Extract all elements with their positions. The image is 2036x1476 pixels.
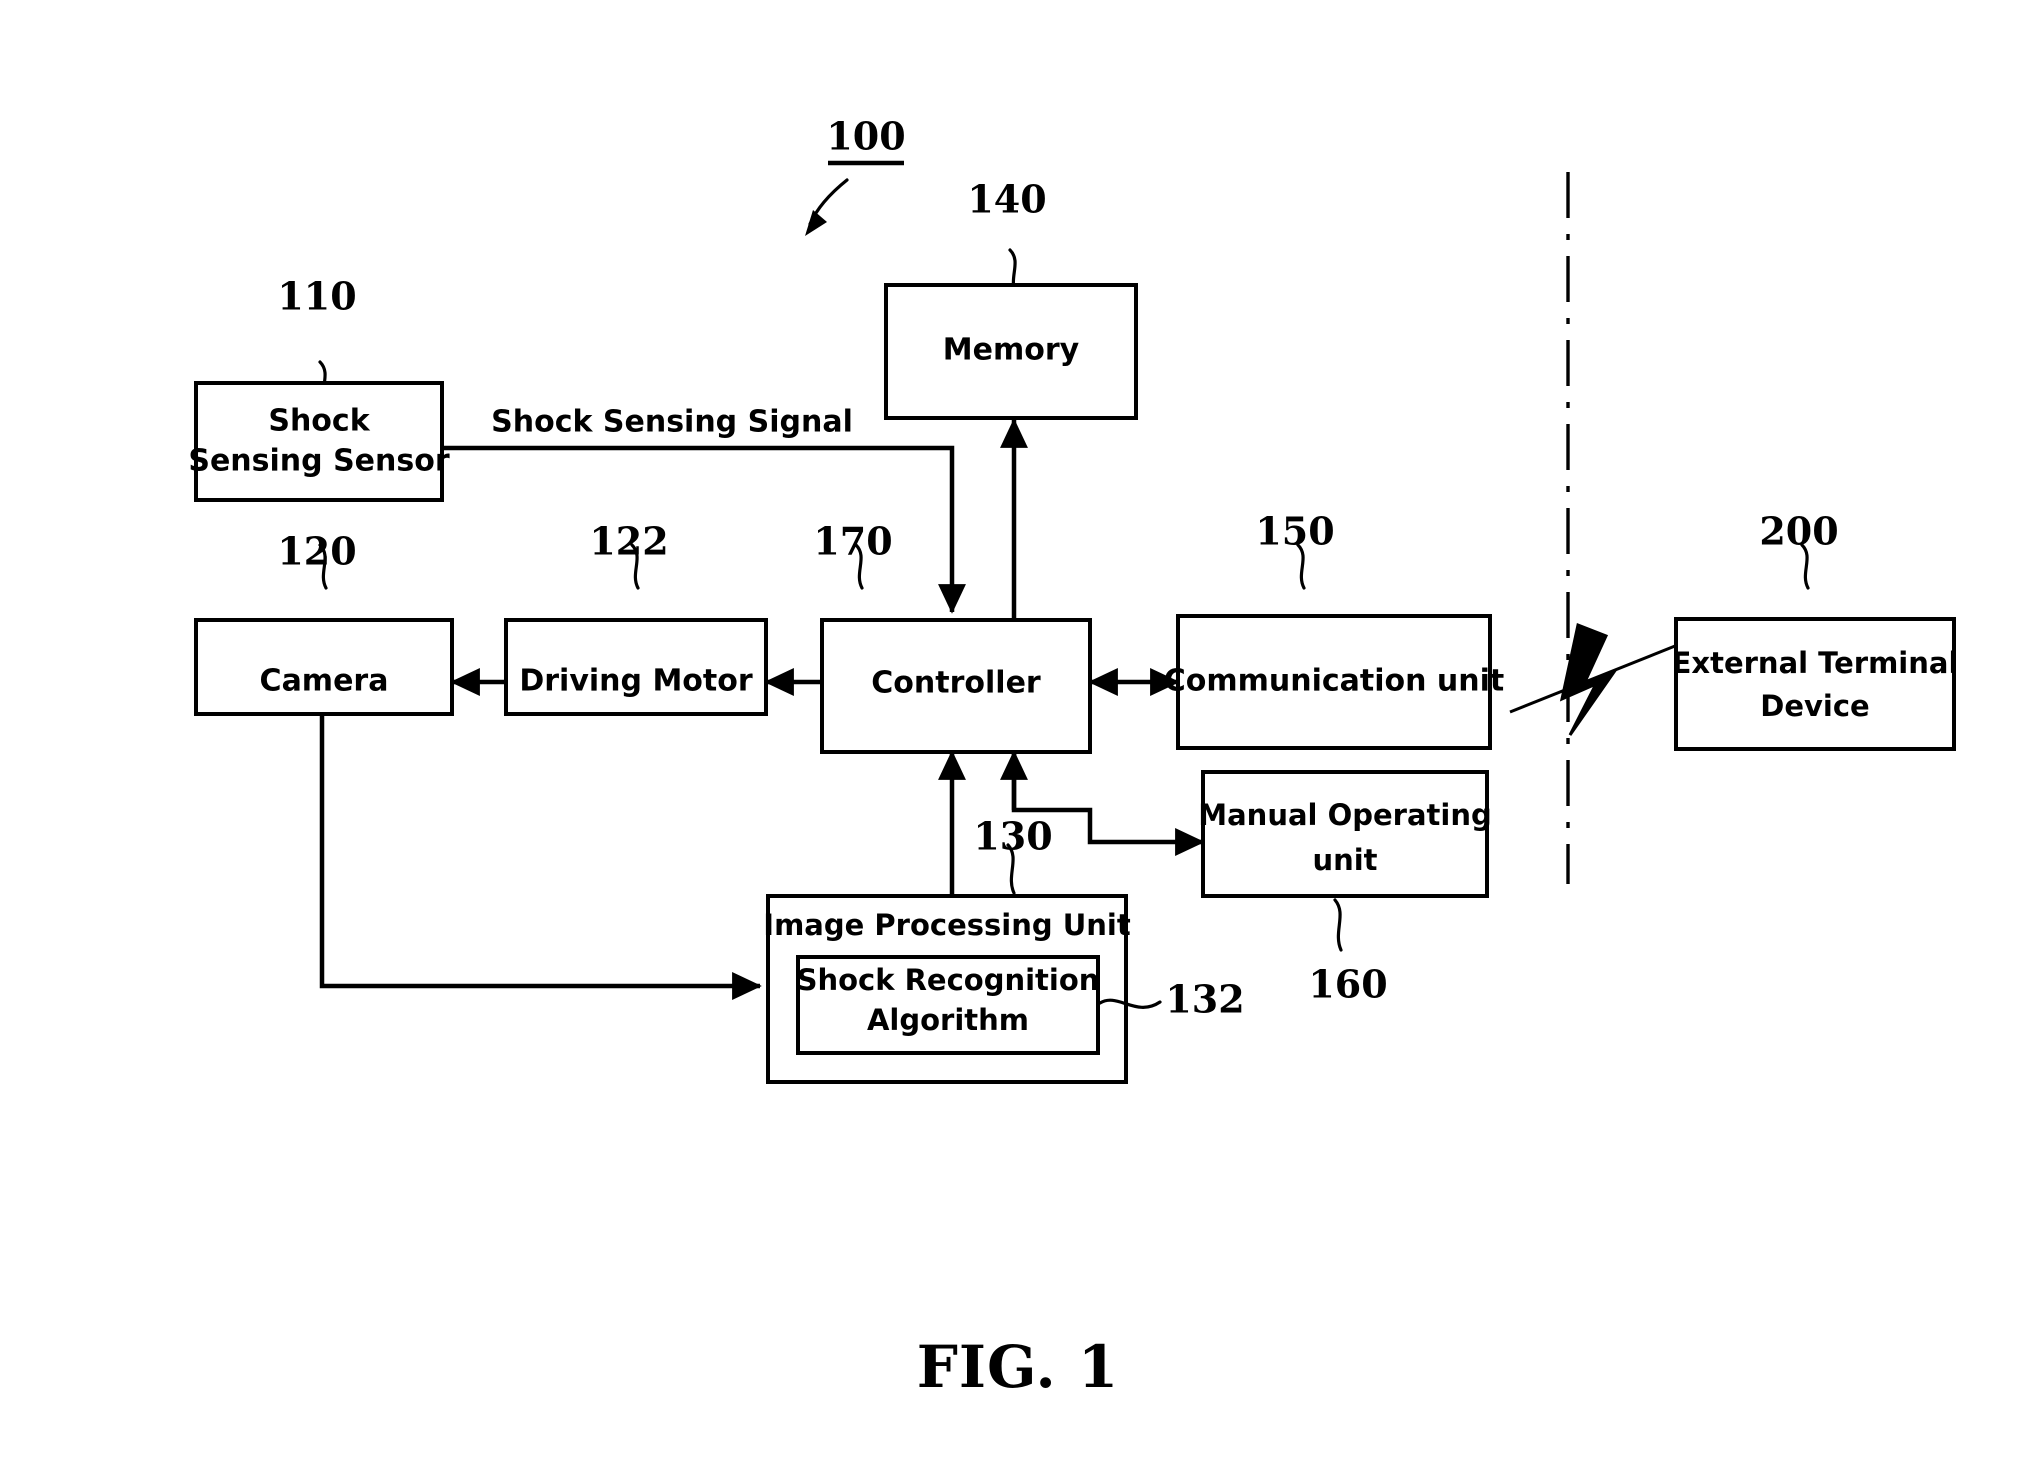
ref-number-140: 140 (967, 177, 1046, 222)
node-manual-operating-unit[interactable]: Manual Operating unit 160 (1198, 770, 1492, 1007)
edge-label-shock-sensing-signal: Shock Sensing Signal (491, 405, 853, 440)
ref-number-122: 122 (589, 519, 668, 564)
node-camera[interactable]: 120 Camera (194, 529, 454, 716)
external-terminal-device-label-line2: Device (1760, 689, 1869, 723)
memory-label: Memory (943, 333, 1080, 368)
ref-100-arrowhead (805, 210, 827, 236)
system-ref-100-group: 100 (805, 114, 906, 236)
ref-number-150: 150 (1255, 509, 1334, 554)
leader-160 (1333, 898, 1343, 952)
manual-operating-unit-label-line1: Manual Operating (1198, 798, 1491, 832)
node-external-terminal-device[interactable]: 200 External Terminal Device (1672, 509, 1959, 751)
image-processing-unit-label: Image Processing Unit (763, 908, 1131, 942)
node-image-processing-unit[interactable]: Image Processing Unit Shock Recognition … (763, 814, 1245, 1084)
node-communication-unit[interactable]: 150 Communication unit (1164, 509, 1505, 750)
node-driving-motor[interactable]: 122 Driving Motor (504, 519, 768, 716)
ref-number-100: 100 (826, 114, 905, 159)
external-terminal-device-label-line1: External Terminal (1672, 646, 1959, 680)
manual-operating-unit-box[interactable] (1201, 770, 1489, 898)
shock-recognition-algorithm-label-line2: Algorithm (867, 1003, 1029, 1037)
ref-number-132: 132 (1165, 977, 1244, 1022)
ref-number-110: 110 (277, 274, 356, 319)
node-shock-sensing-sensor[interactable]: 110 Shock Sensing Sensor (188, 274, 450, 502)
ref-number-120: 120 (277, 529, 356, 574)
manual-operating-unit-label-line2: unit (1312, 843, 1377, 877)
ref-number-200: 200 (1759, 509, 1838, 554)
communication-unit-label: Communication unit (1164, 664, 1505, 699)
shock-sensing-sensor-box[interactable] (194, 381, 444, 502)
external-terminal-device-box[interactable] (1674, 617, 1956, 751)
shock-recognition-algorithm-label-line1: Shock Recognition (797, 963, 1100, 997)
shock-sensing-sensor-label-line2: Sensing Sensor (188, 444, 450, 479)
ref-number-130: 130 (973, 814, 1052, 859)
node-memory[interactable]: 140 Memory (884, 177, 1138, 420)
figure-caption: FIG. 1 (917, 1333, 1120, 1401)
driving-motor-label: Driving Motor (519, 664, 753, 699)
edge-camera-to-image-processing-unit (319, 714, 762, 1000)
camera-label: Camera (260, 664, 389, 699)
shock-sensing-sensor-label-line1: Shock (268, 404, 370, 439)
block-diagram-canvas: 100 110 Shock Sensing Sensor Shock Sensi… (188, 114, 1959, 1402)
controller-label: Controller (871, 666, 1041, 701)
ref-number-170: 170 (813, 519, 892, 564)
wireless-link-group (1509, 622, 1681, 736)
patent-figure-page: 100 110 Shock Sensing Sensor Shock Sensi… (0, 0, 2036, 1476)
ref-number-160: 160 (1308, 962, 1387, 1007)
